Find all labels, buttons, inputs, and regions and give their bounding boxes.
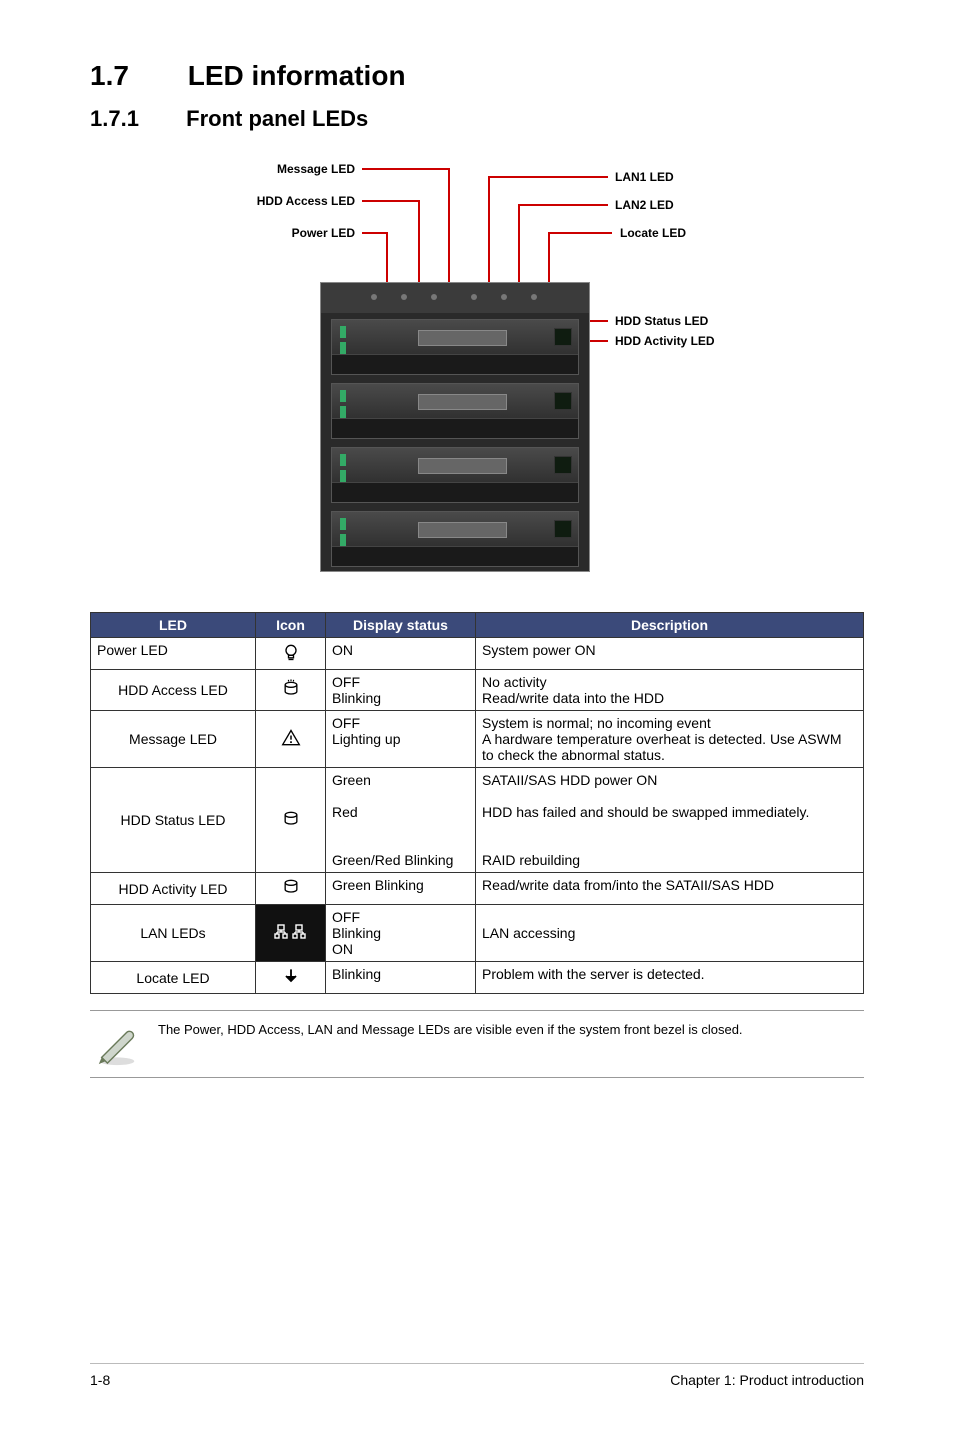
cell-icon [256,905,326,962]
th-led: LED [91,613,256,638]
cell-status: OFF Lighting up [326,711,476,768]
diagram-label-power-led: Power LED [235,226,355,240]
section-title: LED information [188,60,406,91]
cell-led-name: LAN LEDs [91,905,256,962]
cell-icon [256,638,326,670]
cell-status: Green Blinking [326,873,476,905]
th-description: Description [476,613,864,638]
pencil-note-icon [94,1021,140,1067]
cell-description: System is normal; no incoming event A ha… [476,711,864,768]
subsection-number: 1.7.1 [90,106,180,132]
th-icon: Icon [256,613,326,638]
diagram-label-message-led: Message LED [235,162,355,176]
diagram-label-hdd-access-led: HDD Access LED [235,194,355,208]
lan-pair-icon [274,923,308,941]
table-row: HDD Status LED Green Red Green/Red Blink… [91,768,864,873]
section-heading: 1.7 LED information [90,60,864,92]
table-row: Message LED OFF Lighting up System is no… [91,711,864,768]
cell-icon [256,670,326,711]
cell-led-name: Locate LED [91,962,256,994]
cell-led-name: HDD Access LED [91,670,256,711]
table-row: Locate LED Blinking Problem with the ser… [91,962,864,994]
cell-icon [256,873,326,905]
cell-status: OFF Blinking ON [326,905,476,962]
th-display-status: Display status [326,613,476,638]
locate-arrow-icon [281,966,301,986]
note-callout: The Power, HDD Access, LAN and Message L… [90,1010,864,1078]
cell-description: LAN accessing [476,905,864,962]
section-number: 1.7 [90,60,180,92]
subsection-heading: 1.7.1 Front panel LEDs [90,106,864,132]
cell-led-name: Power LED [91,638,256,670]
diagram-label-hdd-activity-led: HDD Activity LED [615,334,715,348]
footer-chapter: Chapter 1: Product introduction [670,1372,864,1388]
hdd-cylinder-icon [281,877,301,897]
footer-page-number: 1-8 [90,1372,110,1388]
hdd-cylinder-icon [281,809,301,829]
page-footer: 1-8 Chapter 1: Product introduction [90,1363,864,1388]
cell-status: OFF Blinking [326,670,476,711]
cell-status: Green Red Green/Red Blinking [326,768,476,873]
led-info-table: LED Icon Display status Description Powe… [90,612,864,994]
note-text: The Power, HDD Access, LAN and Message L… [158,1021,743,1039]
cell-description: SATAII/SAS HDD power ON HDD has failed a… [476,768,864,873]
diagram-label-locate-led: Locate LED [620,226,686,240]
cell-status: ON [326,638,476,670]
table-row: HDD Access LED OFF Blinking No activity … [91,670,864,711]
diagram-label-hdd-status-led: HDD Status LED [615,314,708,328]
cell-description: Read/write data from/into the SATAII/SAS… [476,873,864,905]
cell-led-name: HDD Activity LED [91,873,256,905]
cell-icon [256,768,326,873]
table-row: HDD Activity LED Green Blinking Read/wri… [91,873,864,905]
diagram-label-lan1-led: LAN1 LED [615,170,674,184]
cell-description: System power ON [476,638,864,670]
table-header-row: LED Icon Display status Description [91,613,864,638]
led-diagram: Message LED HDD Access LED Power LED LAN… [90,152,864,582]
cell-status: Blinking [326,962,476,994]
subsection-title: Front panel LEDs [186,106,368,131]
diagram-label-lan2-led: LAN2 LED [615,198,674,212]
cell-led-name: Message LED [91,711,256,768]
cell-led-name: HDD Status LED [91,768,256,873]
power-bulb-icon [281,642,301,662]
table-row: Power LED ON System power ON [91,638,864,670]
cell-icon [256,962,326,994]
cell-description: Problem with the server is detected. [476,962,864,994]
cell-icon [256,711,326,768]
hdd-cylinder-icon [281,679,301,699]
table-row: LAN LEDs OFF Blinking ON LAN accessing [91,905,864,962]
cell-description: No activity Read/write data into the HDD [476,670,864,711]
device-front-image [320,282,590,572]
warning-triangle-icon [281,728,301,748]
